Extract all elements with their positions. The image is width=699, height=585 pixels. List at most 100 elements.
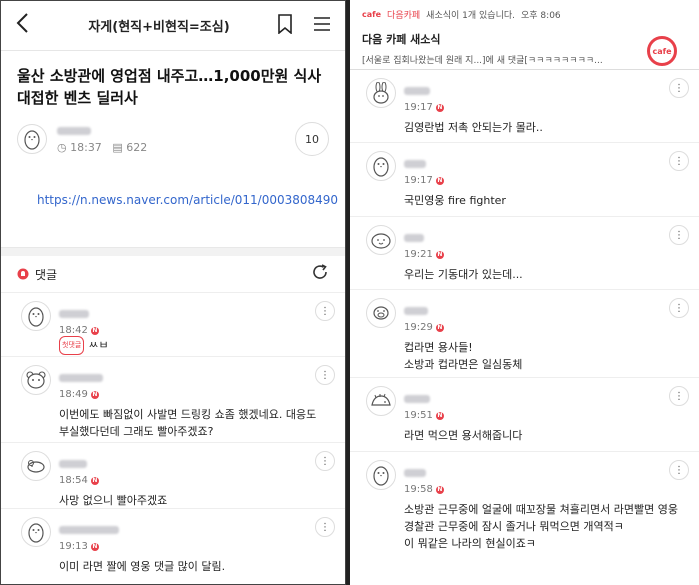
article-title: 울산 소방관에 영업점 내주고…1,000만원 식사 대접한 벤츠 딜러사	[17, 67, 322, 107]
commenter-avatar[interactable]	[366, 386, 396, 416]
commenter-avatar[interactable]	[366, 151, 396, 181]
comment-text: 사망 없으니 빨아주겠죠	[59, 494, 168, 507]
comment-time: 19:17	[404, 175, 433, 186]
comment-item: 19:29 N 컵라면 용사들! 소방과 컵라면은 일심동체 ⋮	[350, 290, 699, 378]
comment-text: 소방관 근무중에 얼굴에 때꼬장물 쳐흘리면서 라면빨면 영웅 경찰관 근무중에…	[404, 503, 678, 550]
commenter-name-redacted	[404, 469, 426, 477]
commenter-avatar[interactable]	[21, 301, 51, 331]
comment-time: 19:17	[404, 102, 433, 113]
more-vertical-icon: ⋮	[674, 82, 684, 94]
commenter-name-redacted	[404, 87, 430, 95]
more-vertical-icon: ⋮	[674, 155, 684, 167]
comment-item: 19:17 N 김영란법 저촉 안되는가 몰라.. ⋮	[350, 70, 699, 143]
article-link[interactable]: https://n.news.naver.com/article/011/000…	[37, 193, 338, 207]
new-badge-icon: N	[435, 485, 444, 494]
comment-text: 우리는 기동대가 있는데...	[404, 268, 523, 281]
penguin-avatar-icon	[373, 157, 389, 177]
comment-time: 18:49	[59, 389, 88, 400]
commenter-avatar[interactable]	[21, 365, 51, 395]
comment-time: 19:58	[404, 484, 433, 495]
bookmark-button[interactable]	[277, 13, 293, 38]
commenter-name-redacted	[59, 310, 89, 318]
divider	[1, 247, 345, 256]
refresh-button[interactable]	[311, 263, 329, 286]
author-avatar[interactable]	[17, 124, 47, 154]
comment-time: 19:51	[404, 410, 433, 421]
comment-item: 19:21 N 우리는 기동대가 있는데... ⋮	[350, 217, 699, 290]
chevron-left-icon	[16, 12, 28, 33]
rat-avatar-icon	[27, 460, 45, 473]
commenter-avatar[interactable]	[366, 225, 396, 255]
commenter-name-redacted	[59, 460, 87, 468]
notification-body: [서울로 집회나왔는데 원래 지...]에 새 댓글[ㅋㅋㅋㅋㅋㅋㅋㅋ...	[362, 56, 603, 66]
comments-label: 댓글	[35, 267, 58, 282]
commenter-avatar[interactable]	[21, 451, 51, 481]
commenter-avatar[interactable]	[366, 298, 396, 328]
rabbit-avatar-icon	[373, 82, 389, 104]
notification-app-name: 다음카페	[387, 11, 421, 21]
new-badge-icon: N	[435, 176, 444, 185]
more-vertical-icon: ⋮	[320, 369, 330, 381]
commenter-avatar[interactable]	[21, 517, 51, 547]
more-options-button[interactable]: ⋮	[669, 78, 689, 98]
comment-item: 19:58 N 소방관 근무중에 얼굴에 때꼬장물 쳐흘리면서 라면빨면 영웅 경…	[350, 452, 699, 577]
notification-title: 다음 카페 새소식	[362, 33, 441, 46]
more-vertical-icon: ⋮	[674, 390, 684, 402]
penguin-avatar-icon	[373, 466, 389, 486]
more-options-button[interactable]: ⋮	[669, 298, 689, 318]
cafe-brand-label: cafe	[362, 10, 382, 19]
penguin-avatar-icon	[28, 307, 44, 327]
first-comment-badge: 첫댓글	[59, 336, 85, 355]
board-title: 자게(현직+비현직=조심)	[88, 20, 230, 35]
menu-button[interactable]	[313, 16, 331, 36]
more-options-button[interactable]: ⋮	[315, 451, 335, 471]
clock-icon: ◷	[57, 140, 67, 154]
commenter-name-redacted	[59, 526, 119, 534]
comment-count-button[interactable]: 10	[295, 122, 329, 156]
more-options-button[interactable]: ⋮	[315, 301, 335, 321]
hedgehog-avatar-icon	[371, 393, 391, 406]
more-options-button[interactable]: ⋮	[669, 225, 689, 245]
more-options-button[interactable]: ⋮	[315, 517, 335, 537]
new-badge-icon: N	[90, 476, 99, 485]
push-notification[interactable]: cafe 다음카페 새소식이 1개 있습니다. 오후 8:06 다음 카페 새소…	[350, 0, 699, 70]
refresh-icon	[313, 263, 327, 279]
comments-header: 댓글	[1, 256, 345, 293]
comment-text: 국민영웅 fire fighter	[404, 194, 506, 207]
new-badge-icon: N	[435, 411, 444, 420]
commenter-avatar[interactable]	[366, 460, 396, 490]
post-time: 18:37	[70, 140, 102, 154]
comment-time: 19:29	[404, 322, 433, 333]
more-options-button[interactable]: ⋮	[669, 151, 689, 171]
pig-avatar-icon	[373, 306, 389, 320]
back-button[interactable]	[15, 11, 41, 41]
notification-time: 오후 8:06	[521, 11, 561, 21]
comment-item: 18:54 N 사망 없으니 빨아주겠죠 ⋮	[1, 443, 345, 509]
new-badge-icon: N	[90, 326, 99, 335]
bell-icon	[17, 268, 29, 280]
comment-text: 이번에도 빠짐없이 사발면 드링킹 쇼좀 했겠네요. 대응도 부실했다던데 그래…	[59, 408, 317, 438]
commenter-avatar[interactable]	[366, 78, 396, 108]
comment-item: 19:13 N 이미 라면 짤에 영웅 댓글 많이 달림. ⋮	[1, 509, 345, 579]
new-badge-icon: N	[435, 323, 444, 332]
article-header: 울산 소방관에 영업점 내주고…1,000만원 식사 대접한 벤츠 딜러사 ◷ …	[1, 51, 345, 207]
more-options-button[interactable]: ⋮	[669, 460, 689, 480]
blob-avatar-icon	[371, 233, 391, 249]
more-options-button[interactable]: ⋮	[669, 386, 689, 406]
comment-text: 이미 라면 짤에 영웅 댓글 많이 달림.	[59, 560, 226, 573]
more-vertical-icon: ⋮	[674, 302, 684, 314]
more-vertical-icon: ⋮	[320, 521, 330, 533]
article-meta: ◷ 18:37 ▤ 622 10	[17, 121, 329, 157]
penguin-avatar-icon	[28, 523, 44, 543]
left-article-panel: 자게(현직+비현직=조심) 울산 소방관에 영업점 내주고…1,000만원 식사…	[0, 0, 346, 585]
author-name-redacted	[57, 126, 91, 135]
comment-time: 18:42	[59, 325, 88, 336]
more-vertical-icon: ⋮	[674, 229, 684, 241]
right-comments-panel: cafe 다음카페 새소식이 1개 있습니다. 오후 8:06 다음 카페 새소…	[350, 0, 699, 585]
bookmark-icon	[278, 13, 292, 35]
new-badge-icon: N	[90, 390, 99, 399]
comment-time: 19:13	[59, 541, 88, 552]
views-icon: ▤	[112, 140, 123, 154]
more-options-button[interactable]: ⋮	[315, 365, 335, 385]
commenter-name-redacted	[404, 395, 430, 403]
